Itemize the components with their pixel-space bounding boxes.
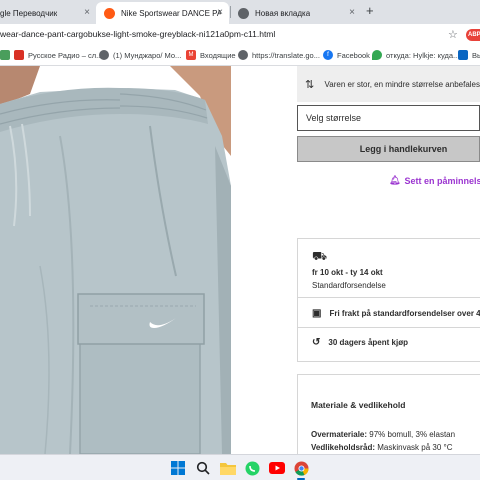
- size-select[interactable]: Velg størrelse: [297, 105, 480, 131]
- product-image[interactable]: [0, 66, 231, 454]
- divider: [298, 297, 480, 298]
- fit-hint-text: Varen er stor, en mindre størrelse anbef…: [324, 79, 480, 89]
- add-to-cart-button[interactable]: Legg i handlekurven: [297, 136, 480, 162]
- delivery-method: Standardforsendelse: [312, 281, 386, 290]
- product-page: ⇅ Varen er stor, en mindre størrelse anb…: [0, 66, 480, 454]
- tab-close-icon[interactable]: ×: [349, 7, 355, 18]
- returns-row: ↺ 30 dagers åpent kjøp: [312, 337, 408, 348]
- bookmark-label: (1) Мунджаро/ Мо...: [113, 50, 182, 60]
- bookmark-label: https://translate.go...: [252, 50, 320, 60]
- free-shipping-text: Fri frakt på standardforsendelser over 4…: [329, 309, 480, 318]
- care-value: Maskinvask på 30 °C: [375, 443, 453, 452]
- fit-hint: ⇅ Varen er stor, en mindre størrelse anb…: [297, 66, 480, 102]
- bookmark-russkoe-radio[interactable]: Русское Радио – сл...: [14, 50, 102, 60]
- windows-start-icon[interactable]: [169, 459, 187, 477]
- bookmark-label: Выбор: [472, 50, 480, 60]
- bookmark-vybor[interactable]: Выбор: [458, 50, 480, 60]
- tab-close-icon[interactable]: ×: [217, 7, 223, 18]
- bookmark-label: Facebook: [337, 50, 370, 60]
- file-explorer-icon[interactable]: [219, 459, 237, 477]
- bookmark-star-icon[interactable]: ☆: [448, 28, 458, 41]
- size-arrows-icon: ⇅: [305, 78, 315, 91]
- material-label: Overmateriale:: [311, 430, 368, 439]
- delivery-info: ⛟ fr 10 okt - ty 14 okt Standardforsende…: [297, 238, 480, 362]
- bookmarks-bar: Русское Радио – сл... (1) Мунджаро/ Мо..…: [0, 46, 480, 66]
- maps-pin-icon: [372, 50, 382, 60]
- chrome-newtab-favicon-icon: [238, 7, 249, 19]
- cargo-pants-illustration: [0, 66, 231, 454]
- free-shipping-row: ▣ Fri frakt på standardforsendelser over…: [312, 308, 480, 319]
- globe-icon: [238, 50, 248, 60]
- gmail-icon: M: [186, 50, 196, 60]
- adblock-extension-icon[interactable]: ABP: [466, 29, 480, 41]
- tab-title: gle Переводчик: [0, 8, 58, 18]
- materials-care: Materiale & vedlikehold Overmateriale: 9…: [297, 374, 480, 454]
- set-reminder-link[interactable]: 🔔︎ Sett en påminnelse: [389, 175, 480, 186]
- search-icon[interactable]: [194, 459, 212, 477]
- material-value: 97% bomull, 3% elastan: [367, 430, 456, 439]
- tab-nike-active[interactable]: Nike Sportswear DANCE PANT ×: [96, 2, 229, 24]
- whatsapp-icon[interactable]: [243, 459, 261, 477]
- bookmark-translate[interactable]: https://translate.go...: [238, 50, 320, 60]
- bookmark-label: Входящие: [200, 50, 236, 60]
- bookmark-maps[interactable]: откуда: Hylkje: куда...: [372, 50, 459, 60]
- facebook-icon: f: [323, 50, 333, 60]
- bell-icon: 🔔︎: [389, 175, 401, 185]
- zalando-favicon-icon: [104, 7, 115, 19]
- chrome-icon[interactable]: [292, 459, 310, 477]
- return-arrow-icon: ↺: [312, 337, 321, 348]
- care-line: Vedlikeholdsråd: Maskinvask på 30 °C: [311, 443, 452, 452]
- bookmark-inbox[interactable]: M Входящие: [186, 50, 236, 60]
- returns-text: 30 dagers åpent kjøp: [328, 338, 408, 347]
- bookmark-icon: [458, 50, 468, 60]
- tab-translator[interactable]: gle Переводчик ×: [0, 2, 96, 24]
- gift-box-icon: ▣: [312, 308, 322, 319]
- material-line: Overmateriale: 97% bomull, 3% elastan: [311, 430, 455, 439]
- globe-icon: [99, 50, 109, 60]
- radio-icon: [14, 50, 24, 60]
- address-bar[interactable]: wear-dance-pant-cargobukse-light-smoke-g…: [0, 24, 480, 46]
- url-text[interactable]: wear-dance-pant-cargobukse-light-smoke-g…: [0, 29, 275, 39]
- tab-close-icon[interactable]: ×: [84, 7, 90, 18]
- divider: [298, 327, 480, 328]
- bookmark-mounjaro[interactable]: (1) Мунджаро/ Мо...: [99, 50, 181, 60]
- taskbar: [0, 454, 480, 480]
- delivery-dates: fr 10 okt - ty 14 okt: [312, 268, 383, 277]
- tab-new[interactable]: Новая вкладка ×: [230, 2, 361, 24]
- bookmark-label: откуда: Hylkje: куда...: [386, 50, 460, 60]
- youtube-icon[interactable]: [268, 459, 286, 477]
- tab-title: Новая вкладка: [255, 8, 311, 18]
- reminder-label: Sett en påminnelse: [404, 175, 480, 186]
- truck-icon: ⛟: [312, 249, 328, 263]
- new-tab-button[interactable]: +: [366, 3, 374, 18]
- tab-strip: gle Переводчик × Nike Sportswear DANCE P…: [0, 0, 480, 24]
- care-label: Vedlikeholdsråd:: [311, 443, 376, 452]
- bookmark-item[interactable]: [0, 50, 14, 60]
- bookmark-icon: [0, 50, 10, 60]
- bookmark-facebook[interactable]: f Facebook: [323, 50, 370, 60]
- materials-title[interactable]: Materiale & vedlikehold: [311, 400, 405, 410]
- bookmark-label: Русское Радио – сл...: [28, 50, 103, 60]
- tab-title: Nike Sportswear DANCE PANT: [121, 8, 221, 18]
